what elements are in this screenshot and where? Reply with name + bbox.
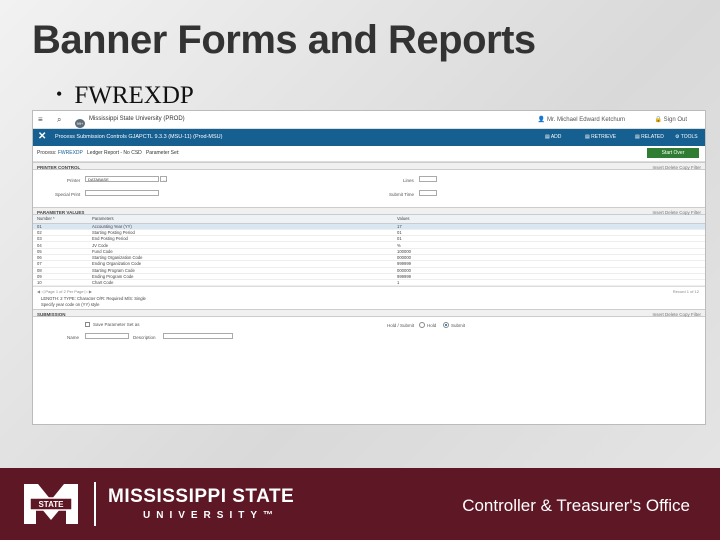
special-print-field[interactable] bbox=[85, 190, 159, 196]
param-number-cell: 10 bbox=[33, 279, 88, 287]
special-print-label: Special Print bbox=[55, 192, 81, 197]
svg-text:STATE: STATE bbox=[38, 500, 64, 509]
institution-name: Mississippi State University (PROD) bbox=[89, 116, 185, 122]
save-parameter-set-label: Save Parameter Set as bbox=[93, 322, 140, 328]
retrieve-button[interactable]: ▤ RETRIEVE bbox=[585, 134, 616, 140]
university-name-line1: MISSISSIPPI STATE bbox=[108, 486, 295, 507]
lines-label: Lines bbox=[403, 178, 414, 183]
hold-submit-label: Hold / Submit bbox=[387, 323, 415, 329]
parameter-hint: LENGTH: 2 TYPE: Character O/R: Required … bbox=[41, 296, 146, 308]
record-count: Record 1 of 12 bbox=[672, 289, 699, 295]
office-name: Controller & Treasurer's Office bbox=[462, 496, 690, 515]
footer-bar: STATE MISSISSIPPI STATE UNIVERSITY™ Cont… bbox=[0, 468, 720, 540]
add-button[interactable]: ▤ ADD bbox=[545, 134, 561, 140]
lines-field[interactable] bbox=[419, 176, 437, 182]
submit-time-label: Submit Time bbox=[389, 192, 415, 197]
close-icon[interactable]: ✕ bbox=[38, 131, 46, 142]
bullet-item: • FWREXDP bbox=[56, 82, 194, 110]
form-header-bar: ✕ Process Submission Controls GJAPCTL 9.… bbox=[33, 129, 705, 146]
column-header-parameters[interactable]: Parameters bbox=[88, 215, 393, 224]
sign-out-button[interactable]: 🔒 Sign Out bbox=[655, 116, 688, 123]
submission-section: Save Parameter Set as Name Description H… bbox=[33, 317, 705, 347]
name-field[interactable] bbox=[85, 333, 129, 340]
slide-title: Banner Forms and Reports bbox=[32, 18, 536, 62]
footer-divider bbox=[94, 482, 96, 526]
printer-control-actions[interactable]: Insert Delete Copy Filter bbox=[652, 165, 701, 170]
column-header-values[interactable]: Values bbox=[393, 215, 705, 224]
description-field[interactable] bbox=[163, 333, 233, 340]
description-label: Description bbox=[133, 335, 156, 341]
submission-actions[interactable]: Insert Delete Copy Filter bbox=[652, 312, 701, 317]
name-label: Name bbox=[67, 335, 80, 341]
search-icon[interactable]: ⌕ bbox=[57, 115, 61, 125]
hold-label: Hold bbox=[427, 323, 437, 329]
breadcrumb: Process: FWREXDP Ledger Report - No CSD … bbox=[37, 150, 180, 156]
param-value-cell[interactable]: 1 bbox=[393, 279, 705, 287]
related-button[interactable]: ▤ RELATED bbox=[635, 134, 664, 140]
start-over-button[interactable]: Start Over bbox=[647, 148, 699, 158]
printer-field[interactable]: DATABASE bbox=[85, 176, 159, 182]
submit-time-field[interactable] bbox=[419, 190, 437, 196]
column-header-number[interactable]: Number * bbox=[33, 215, 88, 224]
pager-controls[interactable]: ◀ ◁ Page 1 of 2 Per Page ▷ ▶ bbox=[37, 289, 92, 294]
hold-radio[interactable] bbox=[419, 322, 425, 329]
pagination-bar: ◀ ◁ Page 1 of 2 Per Page ▷ ▶ Record 1 of… bbox=[33, 286, 705, 295]
submission-header: SUBMISSION Insert Delete Copy Filter bbox=[33, 309, 705, 318]
parameter-values-actions[interactable]: Insert Delete Copy Filter bbox=[652, 210, 701, 215]
printer-control-header: PRINTER CONTROL Insert Delete Copy Filte… bbox=[33, 162, 705, 170]
form-title: Process Submission Controls GJAPCTL 9.3.… bbox=[55, 134, 223, 140]
parameter-values-header: PARAMETER VALUES Insert Delete Copy Filt… bbox=[33, 207, 705, 215]
bullet-dot-icon: • bbox=[56, 84, 63, 104]
parameters-table: Number * Parameters Values 01 Accounting … bbox=[33, 215, 705, 287]
submit-label: Submit bbox=[451, 323, 466, 329]
printer-label: Printer bbox=[67, 178, 81, 183]
submit-radio[interactable] bbox=[443, 322, 449, 329]
university-name-line2: UNIVERSITY™ bbox=[143, 510, 280, 521]
tools-button[interactable]: ⚙ TOOLS bbox=[675, 134, 698, 140]
printer-lookup-button[interactable]: … bbox=[160, 176, 167, 182]
banner-topbar: ≡ ⌕ 99+ Mississippi State University (PR… bbox=[33, 111, 705, 129]
param-name-cell: Chart Code bbox=[88, 279, 393, 287]
key-block: Process: FWREXDP Ledger Report - No CSD … bbox=[33, 146, 705, 162]
table-row[interactable]: 10 Chart Code 1 bbox=[33, 279, 705, 287]
banner-screenshot: ≡ ⌕ 99+ Mississippi State University (PR… bbox=[32, 110, 706, 425]
msu-m-logo: STATE bbox=[24, 484, 78, 524]
bullet-text: FWREXDP bbox=[74, 82, 194, 109]
notification-badge[interactable]: 99+ bbox=[75, 119, 85, 128]
menu-icon[interactable]: ≡ bbox=[38, 115, 43, 124]
user-name[interactable]: 👤 Mr. Michael Edward Ketchum bbox=[538, 116, 625, 123]
save-parameter-set-checkbox[interactable] bbox=[85, 322, 90, 328]
printer-control-section: Printer DATABASE … Special Print Lines S… bbox=[33, 170, 705, 207]
